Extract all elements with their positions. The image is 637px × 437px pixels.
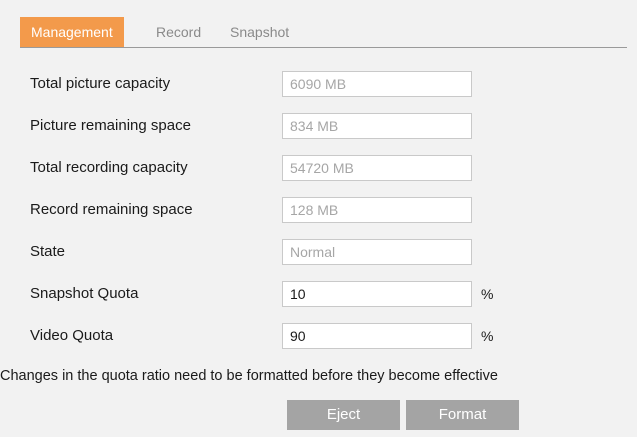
eject-button[interactable]: Eject — [287, 400, 400, 430]
record-remaining-space-field — [282, 197, 472, 223]
tab-record[interactable]: Record — [156, 17, 201, 47]
video-quota-label: Video Quota — [30, 327, 114, 344]
total-picture-capacity-row: Total picture capacity — [30, 69, 510, 99]
tab-bar: Management Record Snapshot — [20, 17, 627, 48]
tab-management[interactable]: Management — [20, 17, 124, 47]
state-row: State — [30, 237, 510, 267]
total-recording-capacity-field — [282, 155, 472, 181]
snapshot-quota-row: Snapshot Quota % — [30, 279, 510, 309]
total-recording-capacity-row: Total recording capacity — [30, 153, 510, 183]
quota-format-note: Changes in the quota ratio need to be fo… — [0, 368, 498, 384]
picture-remaining-space-field — [282, 113, 472, 139]
total-picture-capacity-field — [282, 71, 472, 97]
snapshot-quota-label: Snapshot Quota — [30, 285, 139, 302]
total-picture-capacity-label: Total picture capacity — [30, 75, 171, 92]
snapshot-quota-unit: % — [481, 286, 494, 302]
video-quota-row: Video Quota % — [30, 321, 510, 351]
video-quota-unit: % — [481, 328, 494, 344]
record-remaining-space-row: Record remaining space — [30, 195, 510, 225]
state-label: State — [30, 243, 66, 260]
picture-remaining-space-row: Picture remaining space — [30, 111, 510, 141]
format-button[interactable]: Format — [406, 400, 519, 430]
record-remaining-space-label: Record remaining space — [30, 201, 193, 218]
picture-remaining-space-label: Picture remaining space — [30, 117, 191, 134]
total-recording-capacity-label: Total recording capacity — [30, 159, 188, 176]
tab-snapshot[interactable]: Snapshot — [230, 17, 289, 47]
video-quota-input[interactable] — [282, 323, 472, 349]
state-field — [282, 239, 472, 265]
snapshot-quota-input[interactable] — [282, 281, 472, 307]
